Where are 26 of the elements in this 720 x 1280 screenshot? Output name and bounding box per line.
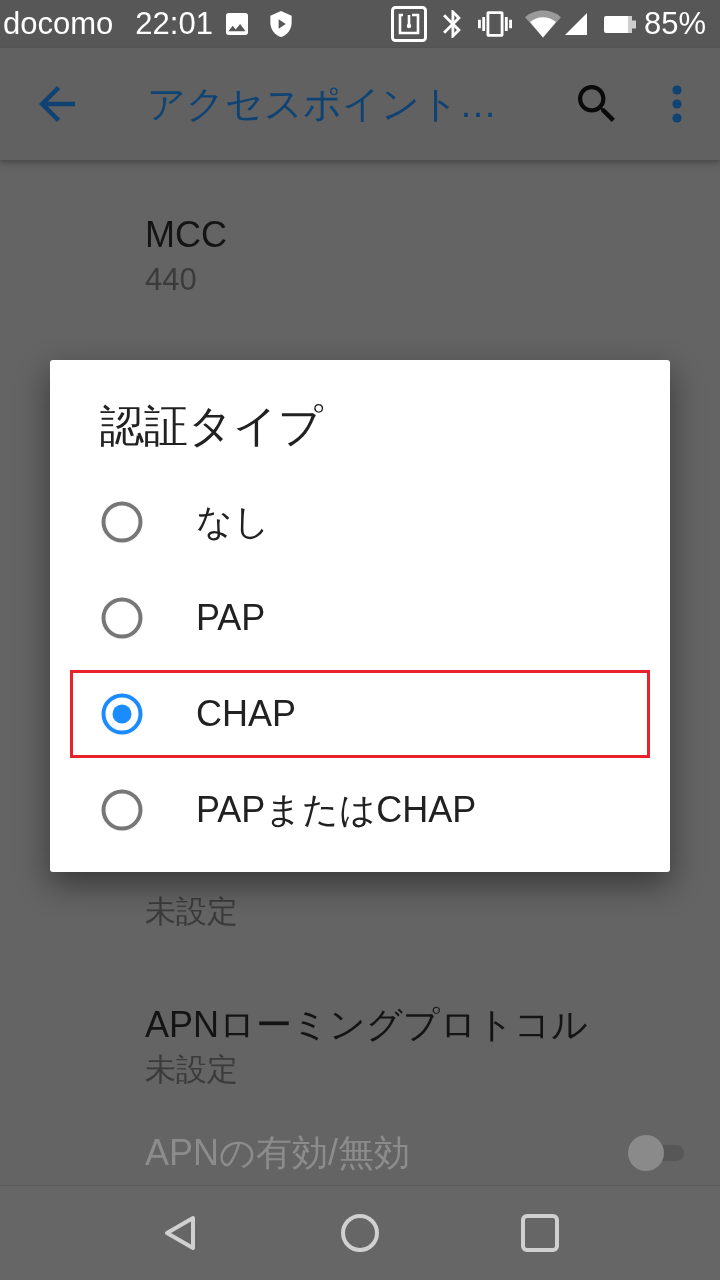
shield-play-icon [269, 11, 292, 37]
clock-time: 22:01 [135, 6, 213, 42]
battery-percent: 85% [643, 6, 706, 42]
radio-icon[interactable] [100, 692, 144, 736]
dialog-title: 認証タイプ [99, 400, 324, 452]
radio-icon[interactable] [100, 596, 144, 640]
radio-option[interactable]: CHAP [70, 666, 650, 762]
home-circle-icon[interactable] [340, 1213, 380, 1253]
search-icon[interactable] [578, 85, 616, 123]
recent-apps-square-icon[interactable] [520, 1213, 560, 1253]
radio-option[interactable]: なし [70, 474, 650, 570]
radio-icon[interactable] [100, 500, 144, 544]
signal-icon [564, 13, 587, 35]
nfc-icon [390, 6, 427, 42]
battery-icon [603, 14, 636, 34]
screen-title: アクセスポイント… [147, 82, 497, 127]
radio-option[interactable]: PAP [70, 570, 650, 666]
setting-title: MCC [145, 213, 228, 257]
radio-option[interactable]: PAPまたはCHAP [70, 762, 650, 858]
image-icon [225, 13, 248, 35]
wifi-icon [524, 10, 561, 38]
carrier-name: docomo [3, 6, 114, 42]
setting-title: APNローミングプロトコル [145, 1003, 590, 1047]
bluetooth-icon [441, 10, 462, 38]
vibrate-icon [477, 11, 512, 37]
radio-icon[interactable] [100, 788, 144, 832]
